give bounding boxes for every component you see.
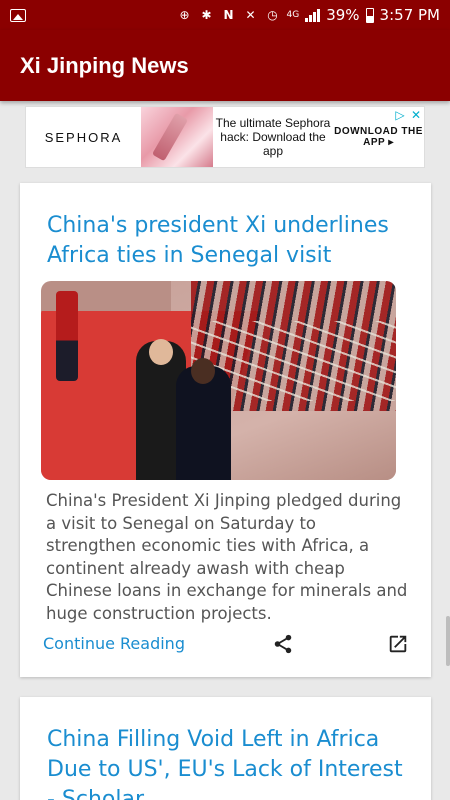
app-bar: Xi Jinping News <box>0 30 450 101</box>
ad-text: The ultimate Sephora hack: Download the … <box>215 116 331 158</box>
share-icon[interactable] <box>272 633 294 655</box>
adchoices-icon[interactable]: ▷ <box>392 107 408 123</box>
article-description: China's President Xi Jinping pledged dur… <box>46 491 408 623</box>
signal-icon <box>305 8 321 22</box>
open-in-new-icon[interactable] <box>387 633 409 655</box>
mute-icon: ✕ <box>245 8 256 22</box>
alarm-icon: ◷ <box>267 8 278 22</box>
network-type: 4G <box>286 10 300 20</box>
article-image[interactable] <box>41 281 396 480</box>
article-title[interactable]: China Filling Void Left in Africa Due to… <box>47 725 417 800</box>
app-title: Xi Jinping News <box>20 52 189 78</box>
close-icon[interactable]: ✕ <box>408 107 424 123</box>
article-title[interactable]: China's president Xi underlines Africa t… <box>47 211 417 271</box>
bluetooth-icon: ✱ <box>201 8 212 22</box>
ad-product-image <box>141 107 213 167</box>
nfc-icon: N <box>223 8 234 22</box>
article-card[interactable]: China's president Xi underlines Africa t… <box>20 183 431 677</box>
data-saver-icon: ⊕ <box>179 8 190 22</box>
continue-reading-link[interactable]: Continue Reading <box>43 634 185 653</box>
status-bar: ⊕ ✱ N ✕ ◷ 4G 39% 3:57 PM <box>0 0 450 30</box>
article-card[interactable]: China Filling Void Left in Africa Due to… <box>20 697 431 800</box>
scrollbar[interactable] <box>446 616 450 666</box>
battery-icon <box>365 7 374 23</box>
clock: 3:57 PM <box>379 6 440 24</box>
ad-brand-logo: SEPHORA <box>44 129 123 145</box>
battery-percent: 39% <box>326 6 360 24</box>
image-icon <box>10 7 26 23</box>
ad-banner[interactable]: SEPHORA The ultimate Sephora hack: Downl… <box>25 106 425 168</box>
